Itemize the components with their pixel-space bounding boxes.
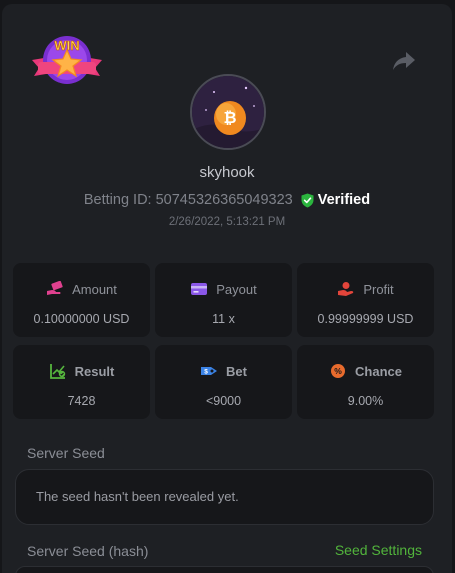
svg-text:%: %: [334, 366, 342, 376]
stat-value-profit: 0.99999999 USD: [317, 312, 414, 326]
svg-text:₿: ₿: [223, 109, 236, 127]
result-chart-icon: [49, 363, 67, 379]
stat-value-chance: 9.00%: [347, 394, 384, 408]
stat-label-profit: Profit: [363, 281, 394, 297]
stat-label-chance: Chance: [355, 363, 402, 379]
stat-value-amount: 0.10000000 USD: [33, 312, 130, 326]
stat-label-result: Result: [74, 363, 115, 379]
verified-badge: Verified: [301, 192, 370, 208]
percent-icon: %: [329, 363, 347, 379]
stat-value-payout: 11 x: [212, 312, 235, 326]
server-seed-text: The seed hasn't been revealed yet.: [36, 489, 239, 504]
win-badge-text: WIN: [54, 38, 79, 53]
server-seed-hash-field[interactable]: [15, 566, 434, 573]
bet-timestamp: 2/26/2022, 5:13:21 PM: [168, 216, 286, 228]
stat-label-bet: Bet: [226, 363, 247, 379]
stat-card-chance: % Chance 9.00%: [297, 345, 434, 419]
stat-card-payout: Payout 11 x: [155, 263, 292, 337]
verified-label: Verified: [317, 192, 371, 208]
avatar: ₿: [190, 74, 266, 150]
stat-label-amount: Amount: [72, 281, 117, 297]
stat-card-bet: $ Bet <9000: [155, 345, 292, 419]
stat-card-amount: Amount 0.10000000 USD: [13, 263, 150, 337]
stat-value-bet: <9000: [205, 394, 242, 408]
username: skyhook: [199, 164, 255, 181]
wallet-card-icon: [190, 281, 208, 297]
betting-id-row: Betting ID: 50745326365049323 Verified: [2, 190, 452, 210]
server-seed-field: The seed hasn't been revealed yet.: [15, 469, 434, 525]
stat-card-result: Result 7428: [13, 345, 150, 419]
server-seed-label: Server Seed: [27, 445, 105, 461]
share-arrow-icon: [393, 52, 415, 70]
share-button[interactable]: [391, 49, 417, 73]
bet-tag-icon: $: [200, 363, 218, 379]
verified-shield-icon: [301, 193, 314, 207]
seed-settings-link[interactable]: Seed Settings: [335, 542, 422, 558]
betting-id: Betting ID: 50745326365049323: [83, 192, 293, 208]
win-badge: WIN: [30, 30, 104, 90]
profit-hand-icon: [337, 281, 355, 297]
stat-value-result: 7428: [67, 394, 96, 408]
svg-text:$: $: [204, 369, 208, 376]
amount-hand-icon: [46, 281, 64, 297]
stat-card-profit: Profit 0.99999999 USD: [297, 263, 434, 337]
stat-label-payout: Payout: [216, 281, 257, 297]
server-seed-hash-label: Server Seed (hash): [27, 543, 149, 559]
